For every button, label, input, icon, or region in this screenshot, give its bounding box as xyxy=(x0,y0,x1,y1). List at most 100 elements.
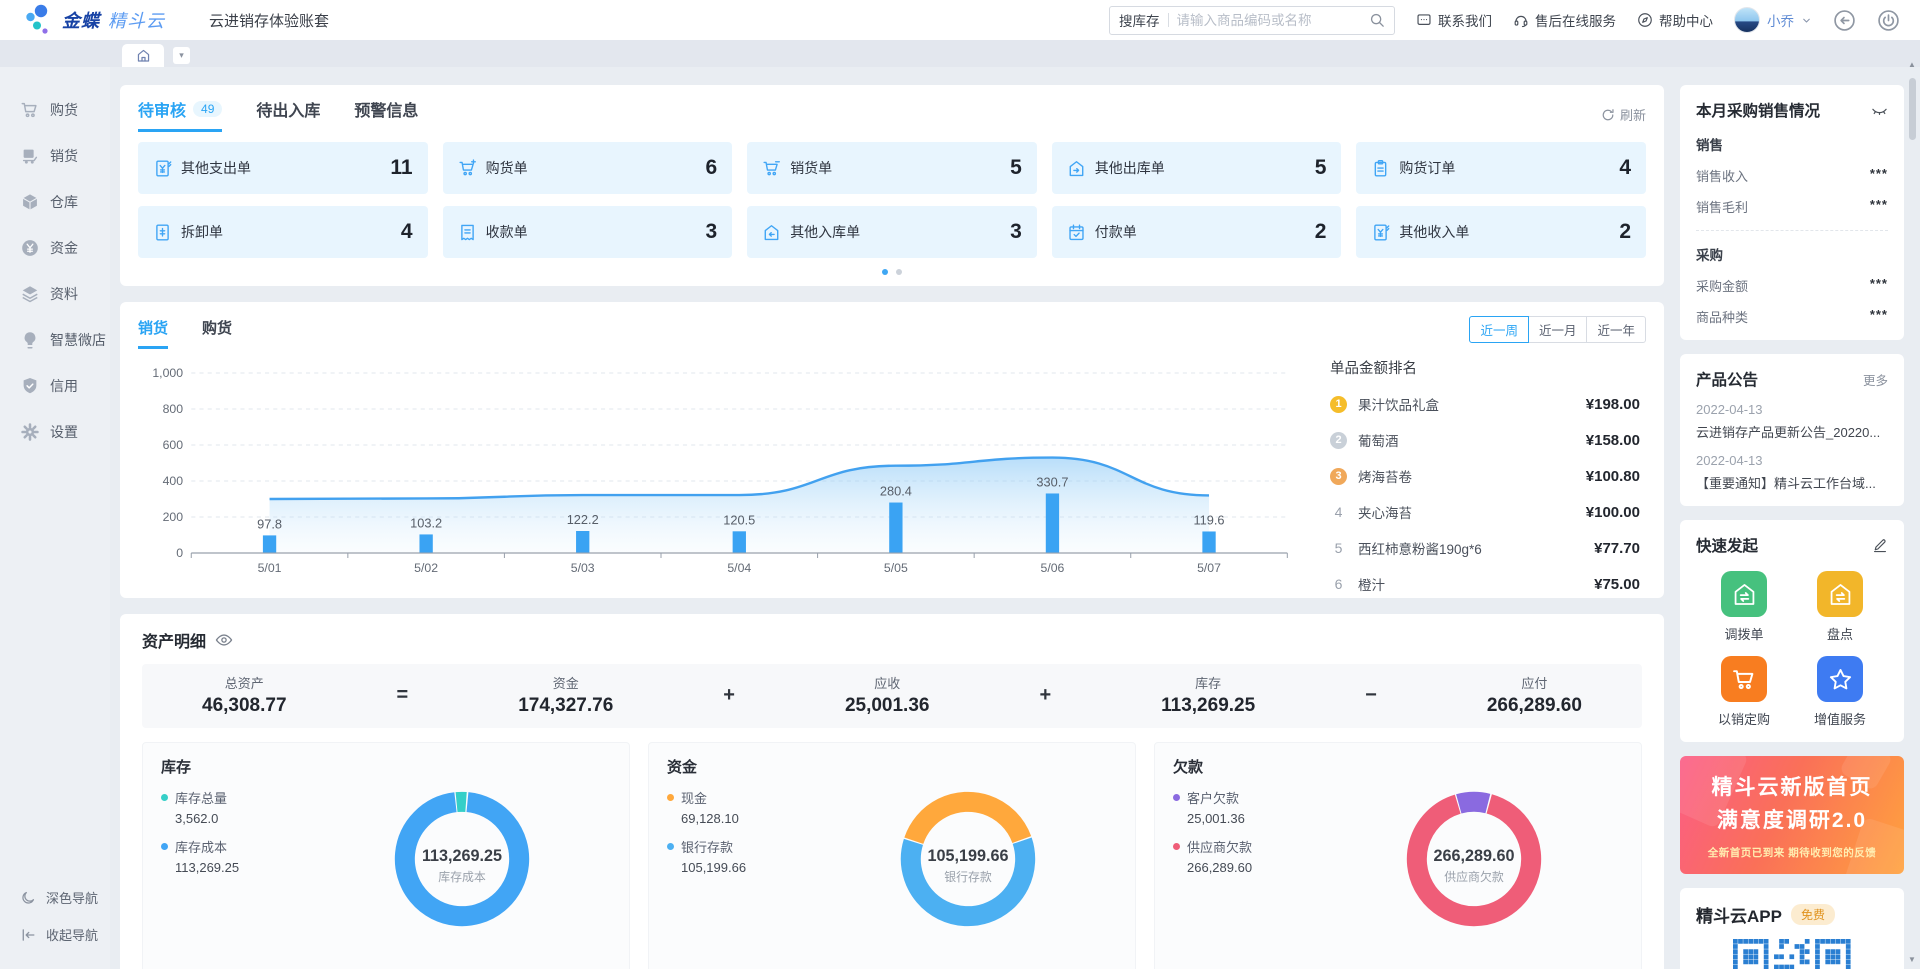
banner-subline: 全新首页已到来 期待收到您的反馈 xyxy=(1708,845,1876,860)
app-download-panel: 精斗云APP 免费 xyxy=(1680,888,1904,969)
trend-tab-1[interactable]: 购货 xyxy=(202,317,232,349)
donut-legend-block: 资金现金69,128.10银行存款105,199.66 xyxy=(667,756,819,962)
formula-operator: + xyxy=(1039,684,1051,707)
layers-icon xyxy=(20,284,40,304)
right-sidebar: 本月采购销售情况 销售销售收入***销售毛利***采购采购金额***商品种类**… xyxy=(1680,85,1904,969)
cart-solid-icon xyxy=(1721,656,1767,702)
legend-dot xyxy=(161,843,168,850)
search-icon[interactable] xyxy=(1369,12,1385,28)
edit-pencil-icon[interactable] xyxy=(1872,537,1888,553)
range-button-1[interactable]: 近一月 xyxy=(1528,316,1588,343)
announcements-more-link[interactable]: 更多 xyxy=(1863,370,1888,389)
brand-logo[interactable]: 金蝶 精斗云 xyxy=(24,4,165,36)
top-link-headset[interactable]: 售后在线服务 xyxy=(1513,10,1616,30)
brand-name-light: 精斗云 xyxy=(108,7,165,33)
sidebar-item-shield[interactable]: 信用 xyxy=(0,363,110,409)
sidebar-item-gear[interactable]: 设置 xyxy=(0,409,110,455)
legend-head: 供应商欠款 xyxy=(1173,837,1325,856)
svg-text:5/01: 5/01 xyxy=(258,561,282,575)
formula-operator: + xyxy=(723,684,735,707)
search-scope-selector[interactable]: 搜库存 xyxy=(1119,10,1160,30)
carousel-dot-1[interactable] xyxy=(882,269,888,275)
rank-number: 6 xyxy=(1330,576,1347,592)
svg-text:119.6: 119.6 xyxy=(1193,514,1224,528)
todo-card[interactable]: 收款单3 xyxy=(443,206,733,258)
quick-action-调拨单[interactable]: 调拨单 xyxy=(1696,558,1792,643)
summary-row-label: 销售毛利 xyxy=(1696,197,1748,216)
range-button-0[interactable]: 近一周 xyxy=(1469,316,1529,343)
scroll-down-arrow[interactable]: ▼ xyxy=(1908,955,1916,965)
svg-text:5/04: 5/04 xyxy=(727,561,751,575)
search-input[interactable] xyxy=(1177,13,1362,28)
sidebar-item-label: 资金 xyxy=(50,238,78,258)
trend-tab-0[interactable]: 销货 xyxy=(138,317,168,349)
top-link-bubble[interactable]: 联系我们 xyxy=(1416,10,1492,30)
clipboard-icon xyxy=(1371,159,1390,178)
refresh-button[interactable]: 刷新 xyxy=(1601,105,1646,124)
todo-card[interactable]: 付款单2 xyxy=(1052,206,1342,258)
sidebar-item-truck[interactable]: 销货 xyxy=(0,133,110,179)
back-button[interactable] xyxy=(1833,9,1856,32)
todo-tab-0[interactable]: 待审核49 xyxy=(138,97,222,132)
todo-card[interactable]: 购货单6 xyxy=(443,142,733,194)
bulb-icon xyxy=(20,330,40,350)
todo-card[interactable]: 其他收入单2 xyxy=(1356,206,1646,258)
banner-line2: 满意度调研2.0 xyxy=(1717,804,1867,834)
todo-card[interactable]: 拆卸单4 xyxy=(138,206,428,258)
legend-item: 客户欠款25,001.36 xyxy=(1173,788,1325,826)
sidebar-footer-collapse[interactable]: 收起导航 xyxy=(0,916,110,953)
todo-card-label: 其他出库单 xyxy=(1095,158,1165,178)
scrollbar-thumb[interactable] xyxy=(1909,78,1916,140)
refresh-icon xyxy=(1601,108,1615,122)
quick-action-盘点[interactable]: 盘点 xyxy=(1792,558,1888,643)
sidebar-item-bulb[interactable]: 智慧微店 xyxy=(0,317,110,363)
legend-item: 库存成本113,269.25 xyxy=(161,837,313,875)
todo-card[interactable]: 销货单5 xyxy=(747,142,1037,194)
sidebar-footer-moon[interactable]: 深色导航 xyxy=(0,879,110,916)
sidebar-item-yen[interactable]: 资金 xyxy=(0,225,110,271)
ranking-row[interactable]: 2葡萄酒¥158.00 xyxy=(1330,430,1640,450)
donut-chart-库存: 113,269.25库存成本 xyxy=(313,756,611,962)
survey-banner[interactable]: 精斗云新版首页 满意度调研2.0 全新首页已到来 期待收到您的反馈 xyxy=(1680,756,1904,874)
range-button-2[interactable]: 近一年 xyxy=(1586,316,1646,343)
summary-row-label: 商品种类 xyxy=(1696,307,1748,326)
split-icon xyxy=(153,223,172,242)
legend-head: 银行存款 xyxy=(667,837,819,856)
legend-label: 库存成本 xyxy=(175,837,227,856)
sidebar-item-cube[interactable]: 仓库 xyxy=(0,179,110,225)
todo-card[interactable]: 其他出库单5 xyxy=(1052,142,1342,194)
svg-text:5/07: 5/07 xyxy=(1197,561,1221,575)
ranking-row[interactable]: 5西红柿意粉酱190g*6¥77.70 xyxy=(1330,538,1640,558)
todo-tab-1[interactable]: 待出入库 xyxy=(256,97,320,132)
todo-card[interactable]: 其他支出单11 xyxy=(138,142,428,194)
ranking-row[interactable]: 4夹心海苔¥100.00 xyxy=(1330,502,1640,522)
ranking-row[interactable]: 1果汁饮品礼盒¥198.00 xyxy=(1330,394,1640,414)
todo-tab-2[interactable]: 预警信息 xyxy=(354,97,418,132)
product-name: 夹心海苔 xyxy=(1358,502,1578,522)
eye-visible-icon[interactable] xyxy=(215,631,233,649)
sidebar-item-cart[interactable]: 购货 xyxy=(0,87,110,133)
ranking-row[interactable]: 3烤海苔卷¥100.80 xyxy=(1330,466,1640,486)
eye-hidden-icon[interactable] xyxy=(1871,102,1888,119)
quick-action-增值服务[interactable]: 增值服务 xyxy=(1792,643,1888,728)
asset-detail-title: 资产明细 xyxy=(142,628,206,652)
scroll-up-arrow[interactable]: ▲ xyxy=(1908,60,1916,70)
ranking-row[interactable]: 6橙汁¥75.00 xyxy=(1330,574,1640,594)
cart-icon xyxy=(20,100,40,120)
user-menu[interactable]: 小乔 xyxy=(1734,7,1812,33)
home-tab[interactable] xyxy=(122,44,164,67)
quick-action-以销定购[interactable]: 以销定购 xyxy=(1696,643,1792,728)
carousel-dot-2[interactable] xyxy=(896,269,902,275)
announcement-link[interactable]: 【重要通知】精斗云工作台域... xyxy=(1696,473,1888,492)
legend-label: 客户欠款 xyxy=(1187,788,1239,807)
summary-group-title: 销售 xyxy=(1696,134,1888,154)
power-button[interactable] xyxy=(1877,9,1900,32)
todo-tab-label: 预警信息 xyxy=(354,97,418,121)
summary-row-label: 销售收入 xyxy=(1696,166,1748,185)
tab-list-dropdown[interactable]: ▾ xyxy=(173,47,190,64)
announcement-link[interactable]: 云进销存产品更新公告_20220... xyxy=(1696,422,1888,441)
sidebar-item-layers[interactable]: 资料 xyxy=(0,271,110,317)
top-link-compass[interactable]: 帮助中心 xyxy=(1637,10,1713,30)
todo-card[interactable]: 购货订单4 xyxy=(1356,142,1646,194)
todo-card[interactable]: 其他入库单3 xyxy=(747,206,1037,258)
